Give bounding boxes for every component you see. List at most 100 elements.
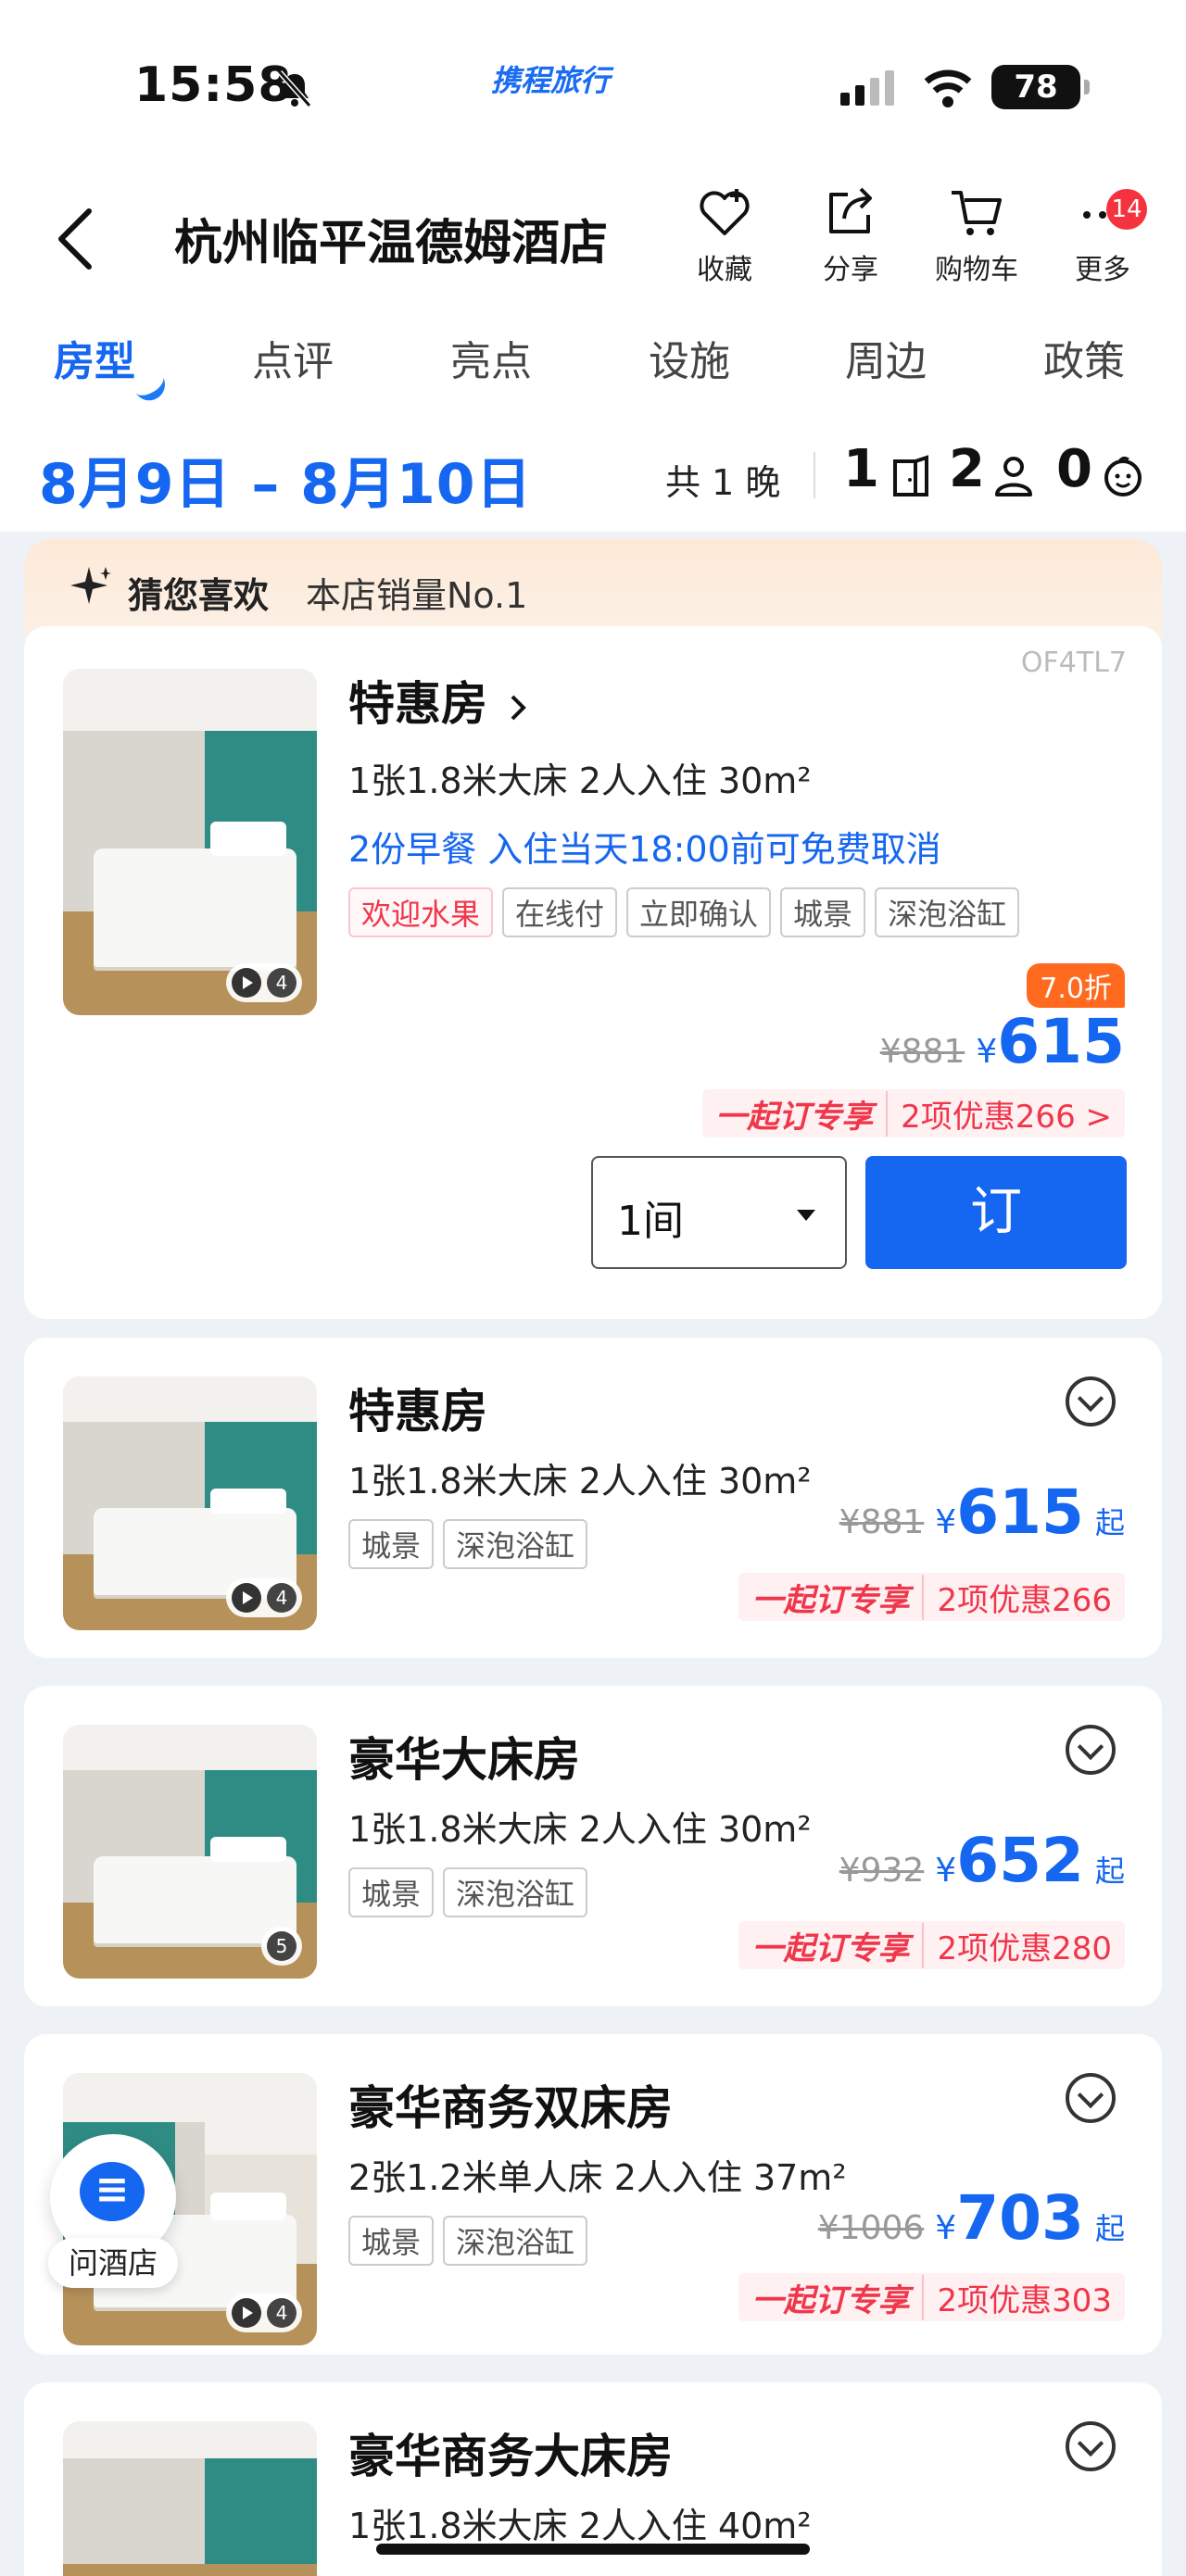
tab-nearby[interactable]: 周边	[845, 328, 927, 387]
currency-symbol: ¥	[935, 1503, 957, 1541]
featured-room-card[interactable]: OF4TL7 4 特惠房 1张1.8米大床 2人入住 30m² 2份早餐 入住当…	[24, 626, 1162, 1319]
price-suffix: 起	[1094, 1853, 1125, 1889]
tab-room-types[interactable]: 房型	[54, 328, 135, 387]
ask-hotel-button[interactable]: 问酒店	[48, 2134, 178, 2288]
photo-count: 4	[267, 2298, 296, 2328]
room-card[interactable]: 4 特惠房 1张1.8米大床 2人入住 30m² 城景 深泡浴缸 ¥881 ¥6…	[24, 1338, 1162, 1658]
play-icon	[232, 2298, 261, 2328]
booking-bar[interactable]: 8月9日 – 8月10日 共 1 晚 1 2 0	[0, 419, 1186, 532]
promo-text: 2项优惠280	[937, 1929, 1112, 1967]
promo-text: 2项优惠266	[937, 1581, 1112, 1619]
cellular-signal-icon	[840, 70, 894, 106]
promo-tag: 一起订专享	[738, 2274, 925, 2320]
original-price: ¥881	[879, 1033, 965, 1071]
promo-tag: 一起订专享	[702, 1090, 889, 1137]
current-price: ¥615	[976, 1006, 1125, 1077]
original-price: ¥932	[839, 1852, 925, 1890]
share-label: 分享	[823, 254, 878, 286]
tag: 城景	[780, 887, 866, 937]
room-perk: 2份早餐 入住当天18:00前可免费取消	[348, 829, 941, 870]
adults-count[interactable]: 2	[949, 439, 985, 499]
room-card[interactable]: 4 豪华商务双床房 2张1.2米单人床 2人入住 37m² 城景 深泡浴缸 ¥1…	[24, 2034, 1162, 2355]
room-qty-select[interactable]: 1间	[591, 1156, 847, 1269]
room-spec: 1张1.8米大床 2人入住 40m²	[348, 2506, 812, 2546]
discount-badge: 7.0折	[1027, 963, 1125, 1008]
child-icon	[1104, 456, 1142, 496]
children-count[interactable]: 0	[1056, 439, 1092, 499]
recommend-subtitle: 本店销量No.1	[306, 575, 528, 616]
promo-row[interactable]: 一起订专享 2项优惠266 >	[702, 1089, 1125, 1137]
room-tags: 城景 深泡浴缸	[348, 2216, 588, 2266]
room-card[interactable]: 5 豪华大床房 1张1.8米大床 2人入住 30m² 城景 深泡浴缸 ¥932 …	[24, 1686, 1162, 2006]
tag: 城景	[348, 1519, 435, 1569]
book-button[interactable]: 订	[865, 1156, 1127, 1269]
more-badge: 14	[1106, 189, 1147, 230]
sparkle-icon	[70, 567, 111, 604]
expand-icon[interactable]	[1066, 2421, 1116, 2471]
price-row: ¥881 ¥615	[880, 1006, 1125, 1077]
current-price: ¥652	[935, 1825, 1084, 1896]
promo-row[interactable]: 一起订专享 2项优惠266	[738, 1573, 1125, 1621]
current-price: ¥703	[935, 2182, 1084, 2254]
bell-muted-icon	[277, 70, 312, 107]
expand-icon[interactable]	[1066, 1725, 1116, 1775]
room-name[interactable]: 豪华商务大床房	[348, 2419, 673, 2486]
promo-text: 2项优惠303	[937, 2281, 1112, 2319]
favorite-label: 收藏	[697, 254, 752, 286]
room-name[interactable]: 特惠房	[348, 667, 531, 734]
price-value: 615	[997, 1006, 1125, 1077]
expand-icon[interactable]	[1066, 1376, 1116, 1426]
original-price: ¥881	[839, 1503, 925, 1541]
media-badge: 4	[226, 2293, 302, 2332]
tab-reviews[interactable]: 点评	[252, 328, 334, 387]
status-time: 15:58	[134, 57, 293, 113]
section-tabs: 房型 点评 亮点 设施 周边 政策	[0, 315, 1186, 417]
promo-text: 2项优惠266 >	[901, 1098, 1112, 1136]
price-value: 703	[956, 2182, 1084, 2254]
promo-row[interactable]: 一起订专享 2项优惠303	[738, 2273, 1125, 2321]
room-tags: 城景 深泡浴缸	[348, 1519, 588, 1569]
room-spec: 1张1.8米大床 2人入住 30m²	[348, 1461, 812, 1502]
share-button[interactable]: 分享	[795, 183, 906, 295]
media-badge: 4	[226, 963, 302, 1002]
room-spec: 2张1.2米单人床 2人入住 37m²	[348, 2157, 847, 2198]
room-door-icon	[893, 455, 928, 496]
tag: 立即确认	[626, 887, 772, 937]
favorite-button[interactable]: 收藏	[669, 183, 780, 295]
recommend-title: 猜您喜欢	[128, 575, 270, 616]
promo-tag: 一起订专享	[738, 1574, 925, 1620]
rooms-count[interactable]: 1	[843, 439, 879, 499]
more-button[interactable]: 更多 14	[1047, 183, 1158, 295]
brand-logo: 携程旅行	[491, 63, 611, 98]
cart-button[interactable]: 购物车	[921, 183, 1032, 295]
room-name[interactable]: 特惠房	[348, 1375, 487, 1441]
home-indicator[interactable]	[376, 2544, 810, 2555]
room-photo[interactable]: 4	[63, 1376, 317, 1630]
room-photo[interactable]: 4	[63, 669, 317, 1015]
nights-count: 共 1 晚	[665, 462, 781, 503]
caret-down-icon	[797, 1210, 815, 1221]
tab-policies[interactable]: 政策	[1043, 328, 1125, 387]
stay-dates[interactable]: 8月9日 – 8月10日	[39, 439, 533, 520]
tag: 城景	[348, 2216, 435, 2266]
tab-facilities[interactable]: 设施	[649, 328, 730, 387]
currency-symbol: ¥	[935, 1852, 957, 1890]
room-photo[interactable]	[63, 2421, 317, 2576]
price-value: 652	[956, 1825, 1084, 1896]
room-name[interactable]: 豪华商务双床房	[348, 2071, 673, 2138]
back-icon[interactable]	[48, 202, 104, 276]
room-spec: 1张1.8米大床 2人入住 30m²	[348, 760, 812, 801]
promo-row[interactable]: 一起订专享 2项优惠280	[738, 1921, 1125, 1969]
room-name[interactable]: 豪华大床房	[348, 1723, 580, 1790]
room-photo[interactable]: 5	[63, 1725, 317, 1979]
tag: 深泡浴缸	[443, 1519, 588, 1569]
price-row: ¥881 ¥615 起	[839, 1476, 1125, 1548]
tab-highlights[interactable]: 亮点	[450, 328, 532, 387]
share-icon	[829, 187, 872, 233]
more-label: 更多	[1075, 254, 1130, 286]
battery-indicator: 78	[991, 65, 1090, 109]
photo-count: 4	[267, 1583, 296, 1613]
expand-icon[interactable]	[1066, 2073, 1116, 2123]
room-spec: 1张1.8米大床 2人入住 30m²	[348, 1809, 812, 1850]
wifi-icon	[924, 69, 972, 107]
